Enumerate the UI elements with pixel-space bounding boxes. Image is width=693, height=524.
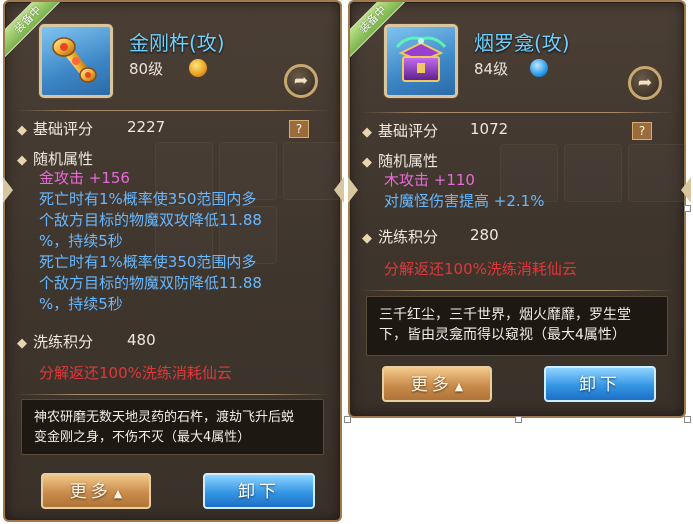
item-description: 三千红尘，三千世界，烟火靡靡，罗生堂 下，皆由灵龛而得以窥视（最大4属性） bbox=[366, 296, 668, 356]
prev-page-arrow-icon[interactable] bbox=[334, 177, 344, 203]
random-attr-row: ◆ 随机属性 bbox=[17, 148, 93, 169]
base-score-value: 2227 bbox=[127, 118, 166, 136]
attribute-line: 对魔怪伤害提高 +2.1% bbox=[384, 192, 545, 210]
item-icon-frame[interactable] bbox=[384, 24, 458, 98]
help-button[interactable]: ? bbox=[632, 122, 652, 140]
more-button-label: 更多 bbox=[69, 482, 112, 502]
share-button[interactable]: ➦ bbox=[628, 66, 662, 100]
purple-shrine-box-icon bbox=[395, 36, 447, 82]
random-attr-label: 随机属性 bbox=[33, 150, 94, 168]
diamond-bullet-icon: ◆ bbox=[362, 155, 372, 170]
attribute-list: 木攻击 +110 对魔怪伤害提高 +2.1% bbox=[384, 170, 544, 212]
description-line: 变金刚之身，不伤不灭（最大4属性） bbox=[34, 430, 251, 445]
diamond-bullet-icon: ◆ bbox=[362, 125, 372, 140]
background-slot bbox=[283, 142, 340, 200]
triangle-up-icon: ▲ bbox=[113, 487, 123, 500]
background-slot bbox=[564, 144, 622, 202]
base-score-row: ◆ 基础评分 bbox=[17, 118, 93, 139]
attribute-line: 死亡时有1%概率使350范围内多 bbox=[39, 190, 257, 208]
next-page-arrow-icon[interactable] bbox=[3, 177, 13, 203]
diamond-bullet-icon: ◆ bbox=[17, 153, 27, 168]
golden-pestle-icon bbox=[52, 37, 97, 83]
attribute-line: 个敌方目标的物魔双防降低11.88 bbox=[39, 274, 262, 292]
diamond-bullet-icon: ◆ bbox=[362, 231, 372, 246]
attribute-line: 木攻击 +110 bbox=[384, 171, 475, 189]
divider bbox=[360, 290, 674, 291]
description-line: 神农研磨无数天地灵药的石杵，渡劫飞升后蜕 bbox=[34, 410, 295, 425]
base-score-row: ◆ 基础评分 bbox=[362, 120, 438, 141]
decompose-note: 分解返还100%洗练消耗仙云 bbox=[39, 364, 232, 382]
decompose-note: 分解返还100%洗练消耗仙云 bbox=[384, 260, 577, 278]
diamond-bullet-icon: ◆ bbox=[17, 336, 27, 351]
share-button[interactable]: ➦ bbox=[284, 64, 318, 98]
item-tooltip-left: 装备中 金刚杵(攻) 80级 ➦ ◆ 基础评分 2227 ? ◆ 随机属性 金攻… bbox=[3, 0, 342, 522]
unequip-button[interactable]: 卸下 bbox=[544, 366, 656, 402]
description-line: 下，皆由灵龛而得以窥视（最大4属性） bbox=[379, 327, 626, 343]
base-score-label: 基础评分 bbox=[378, 122, 439, 140]
description-line: 三千红尘，三千世界，烟火靡靡，罗生堂 bbox=[379, 307, 631, 323]
quality-gem-icon bbox=[530, 59, 548, 77]
refine-score-label: 洗练积分 bbox=[33, 333, 94, 351]
refine-score-row: ◆ 洗练积分 bbox=[362, 226, 438, 247]
next-page-arrow-icon[interactable] bbox=[348, 177, 358, 203]
attribute-line: 个敌方目标的物魔双攻降低11.88 bbox=[39, 211, 262, 229]
share-arrow-icon: ➦ bbox=[637, 73, 653, 93]
selection-handle[interactable] bbox=[684, 205, 691, 212]
refine-score-value: 480 bbox=[127, 331, 156, 349]
item-level: 84级 bbox=[474, 60, 509, 78]
background-slot bbox=[628, 144, 684, 202]
attribute-line: %，持续5秒 bbox=[39, 295, 123, 313]
item-level: 80级 bbox=[129, 60, 164, 78]
attribute-line: 金攻击 +156 bbox=[39, 169, 130, 187]
item-icon-frame[interactable] bbox=[39, 24, 113, 98]
more-button-label: 更多 bbox=[410, 375, 453, 395]
item-name: 烟罗龛(攻) bbox=[474, 31, 570, 55]
divider bbox=[360, 112, 674, 113]
share-arrow-icon: ➦ bbox=[293, 71, 309, 91]
item-description: 神农研磨无数天地灵药的石杵，渡劫飞升后蜕 变金刚之身，不伤不灭（最大4属性） bbox=[21, 399, 324, 455]
help-button[interactable]: ? bbox=[289, 120, 309, 138]
unequip-button[interactable]: 卸下 bbox=[203, 473, 315, 509]
prev-page-arrow-icon[interactable] bbox=[681, 177, 691, 203]
base-score-label: 基础评分 bbox=[33, 120, 94, 138]
attribute-line: 死亡时有1%概率使350范围内多 bbox=[39, 253, 257, 271]
refine-score-label: 洗练积分 bbox=[378, 228, 439, 246]
attribute-line: %，持续5秒 bbox=[39, 232, 123, 250]
refine-score-row: ◆ 洗练积分 bbox=[17, 331, 93, 352]
refine-score-value: 280 bbox=[470, 226, 499, 244]
item-tooltip-right: 装备中 烟罗龛(攻) 84级 ➦ ◆ 基础评分 1072 ? ◆ 随机属性 木攻击 … bbox=[348, 0, 686, 418]
selection-handle[interactable] bbox=[684, 416, 691, 423]
selection-handle[interactable] bbox=[344, 416, 351, 423]
item-name: 金刚杵(攻) bbox=[129, 31, 225, 55]
random-attr-label: 随机属性 bbox=[378, 152, 439, 170]
more-button[interactable]: 更多 ▲ bbox=[382, 366, 492, 402]
attribute-list: 金攻击 +156 死亡时有1%概率使350范围内多 个敌方目标的物魔双攻降低11.8… bbox=[39, 168, 262, 315]
base-score-value: 1072 bbox=[470, 120, 509, 138]
more-button[interactable]: 更多 ▲ bbox=[41, 473, 151, 509]
selection-handle[interactable] bbox=[515, 416, 522, 423]
divider bbox=[15, 110, 330, 111]
diamond-bullet-icon: ◆ bbox=[17, 123, 27, 138]
quality-gem-icon bbox=[189, 59, 207, 77]
triangle-up-icon: ▲ bbox=[454, 380, 464, 393]
divider bbox=[15, 394, 330, 395]
random-attr-row: ◆ 随机属性 bbox=[362, 150, 438, 171]
